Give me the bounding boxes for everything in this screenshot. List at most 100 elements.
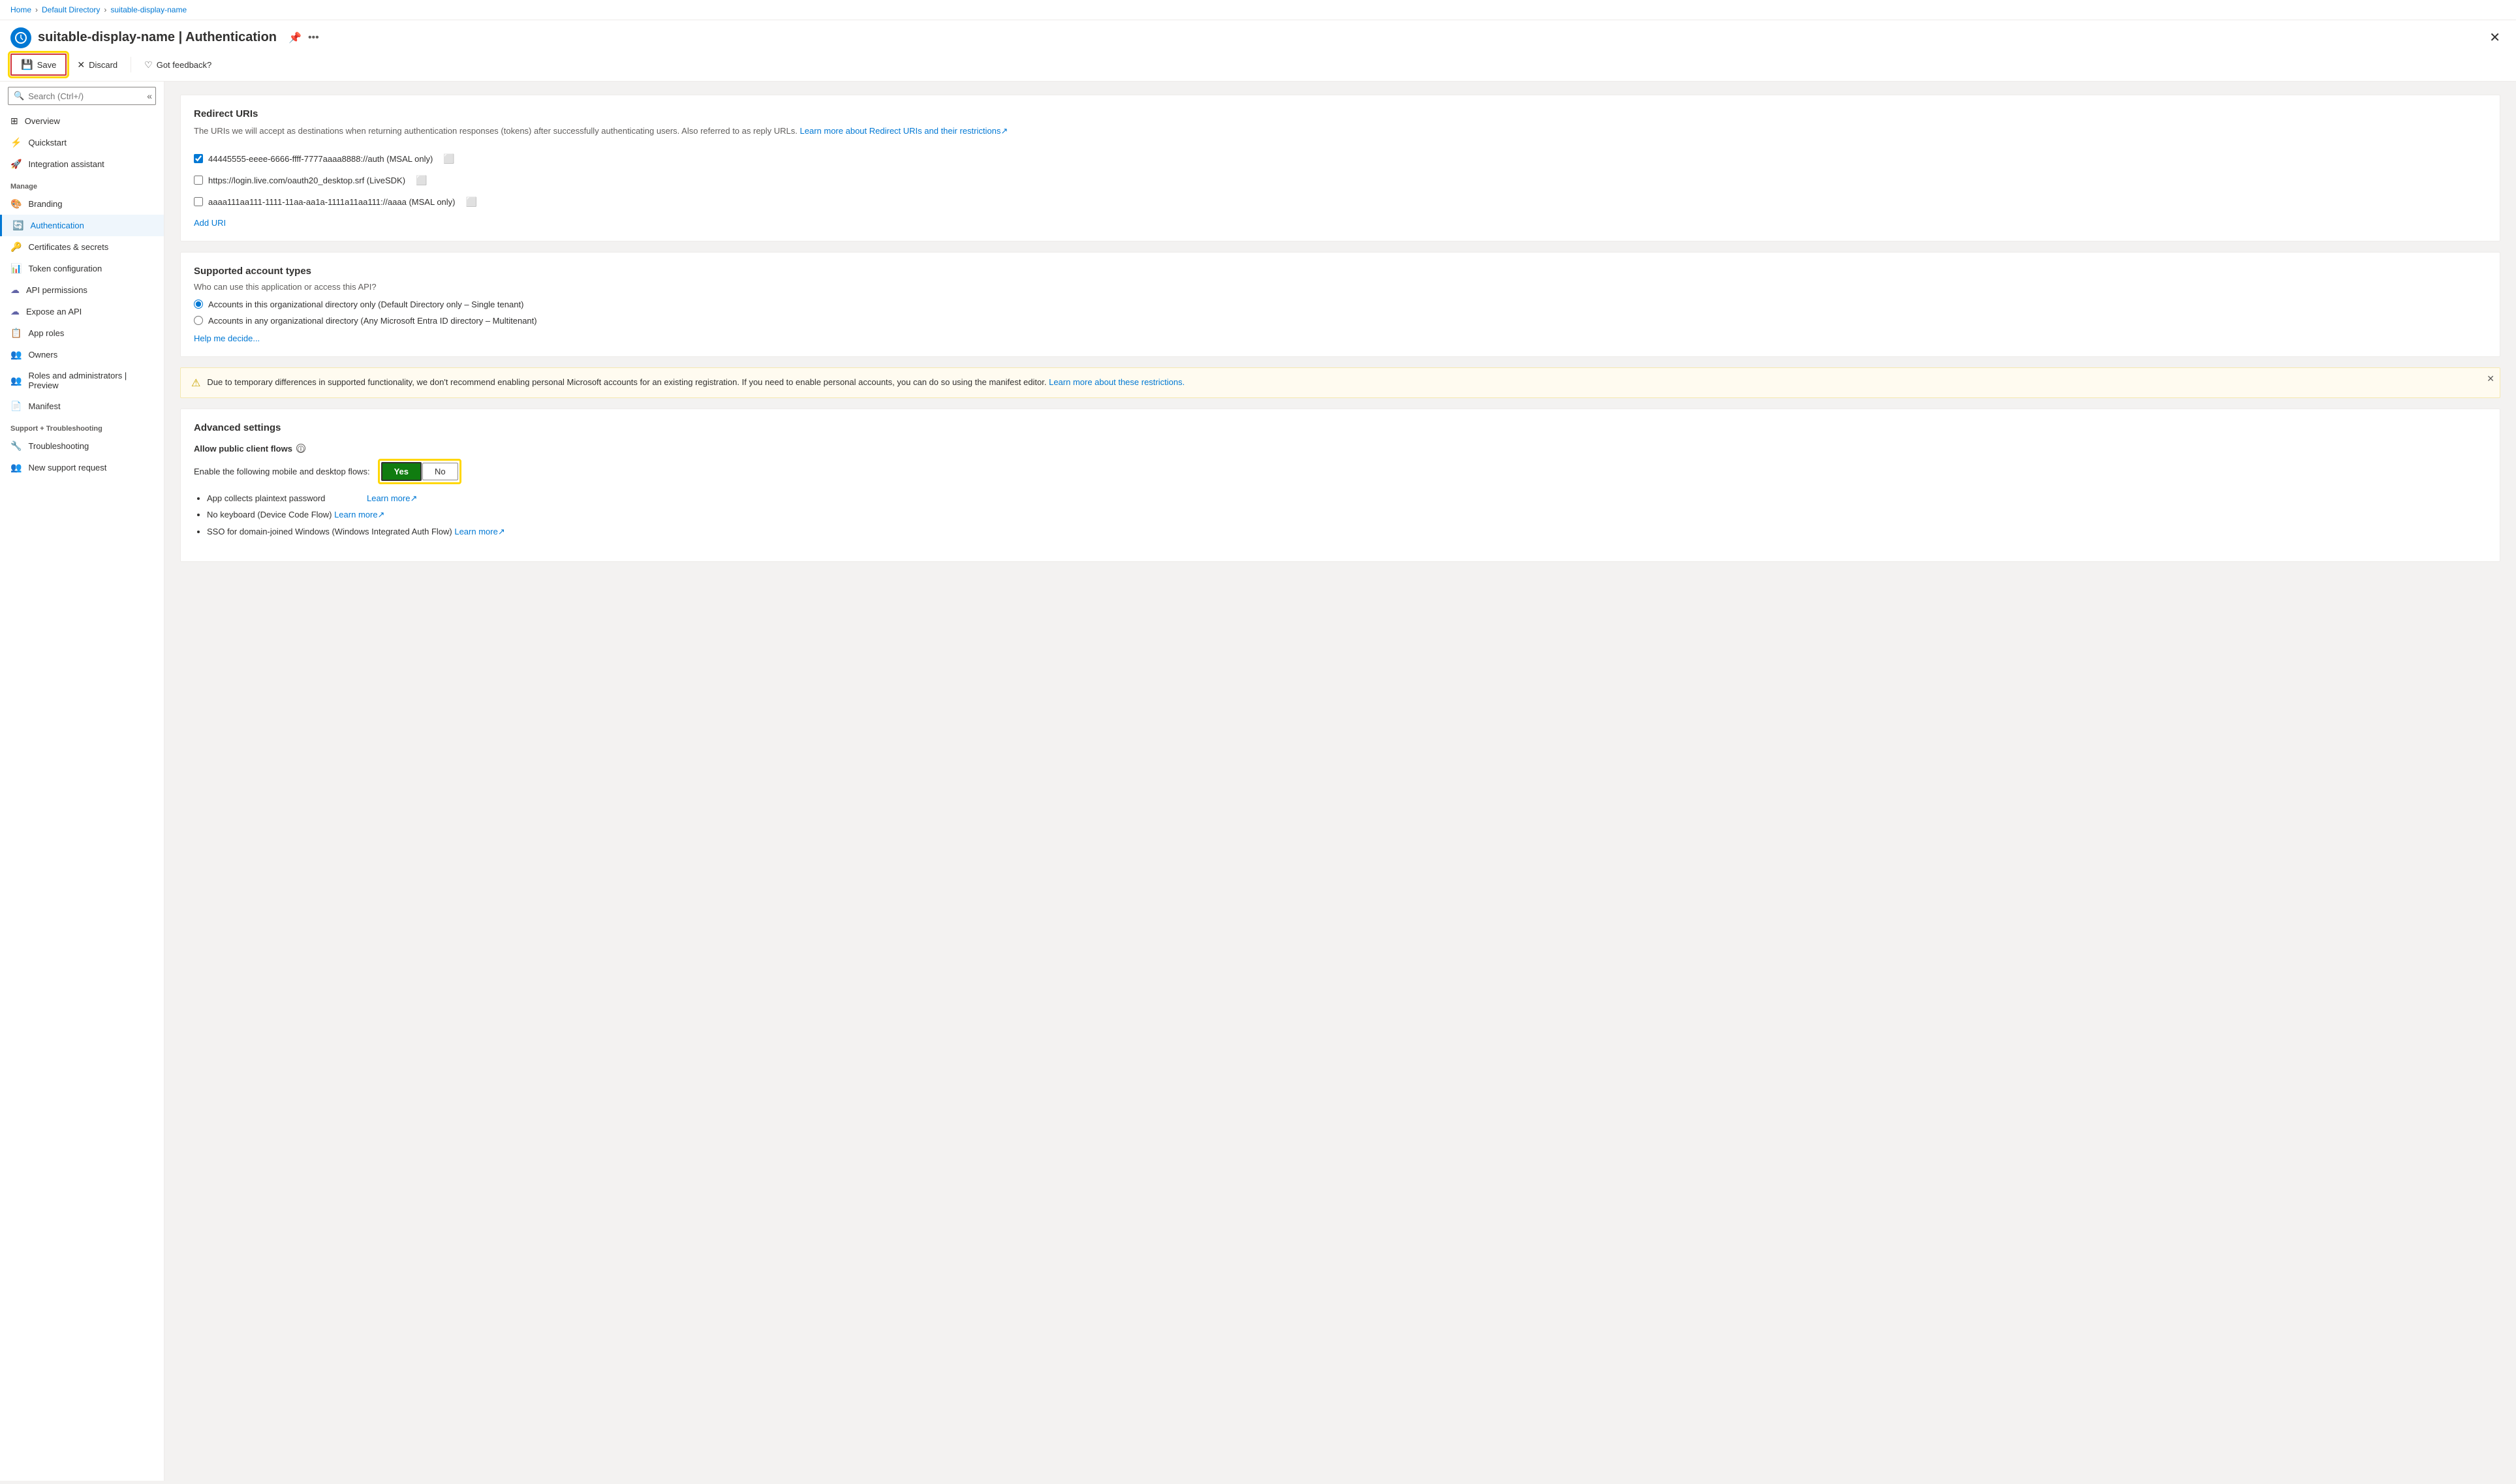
learn-more-link-2[interactable]: Learn more↗: [334, 510, 384, 519]
advanced-settings-card: Advanced settings Allow public client fl…: [180, 409, 2500, 563]
redirect-uris-desc: The URIs we will accept as destinations …: [194, 125, 2487, 138]
redirect-uris-card: Redirect URIs The URIs we will accept as…: [180, 95, 2500, 241]
bullet-item-3: SSO for domain-joined Windows (Windows I…: [207, 525, 2487, 538]
discard-icon: ✕: [77, 59, 85, 70]
breadcrumb-directory[interactable]: Default Directory: [42, 5, 100, 14]
uri-checkbox-1[interactable]: [194, 154, 203, 163]
learn-more-link-3[interactable]: Learn more↗: [454, 527, 505, 536]
uri-checkbox-3[interactable]: [194, 197, 203, 206]
integration-icon: 🚀: [10, 159, 22, 170]
expose-icon: ☁: [10, 306, 20, 317]
feedback-button[interactable]: ♡ Got feedback?: [136, 55, 219, 74]
allow-public-flows-label: Allow public client flows ⓘ: [194, 444, 2487, 454]
breadcrumb-sep2: ›: [104, 5, 106, 14]
sidebar-label-roles-admin: Roles and administrators | Preview: [28, 371, 153, 390]
troubleshooting-icon: 🔧: [10, 441, 22, 452]
toggle-no-button[interactable]: No: [422, 463, 458, 480]
sidebar-item-branding[interactable]: 🎨 Branding: [0, 193, 164, 215]
sidebar-item-roles-admin[interactable]: 👥 Roles and administrators | Preview: [0, 365, 164, 395]
sidebar-item-expose-api[interactable]: ☁ Expose an API: [0, 301, 164, 322]
uri-copy-3[interactable]: ⬜: [463, 195, 480, 209]
save-button[interactable]: 💾 Save: [10, 54, 67, 76]
content-area: Redirect URIs The URIs we will accept as…: [164, 82, 2516, 1481]
manifest-icon: 📄: [10, 401, 22, 412]
warning-text: Due to temporary differences in supporte…: [207, 376, 1185, 389]
sidebar-item-quickstart[interactable]: ⚡ Quickstart: [0, 132, 164, 153]
uri-text-2: https://login.live.com/oauth20_desktop.s…: [208, 176, 405, 185]
sidebar-label-overview: Overview: [25, 116, 60, 126]
allow-public-flows-section: Allow public client flows ⓘ Enable the f…: [194, 444, 2487, 538]
sidebar-label-support: New support request: [28, 463, 106, 472]
sidebar-label-manifest: Manifest: [28, 401, 60, 411]
app-roles-icon: 📋: [10, 328, 22, 339]
uri-copy-2[interactable]: ⬜: [413, 174, 429, 187]
redirect-uris-title: Redirect URIs: [194, 108, 2487, 119]
uri-item-3: aaaa111aa111-1111-11aa-aa1a-1111a11aa111…: [194, 191, 2487, 213]
sidebar-item-authentication[interactable]: 🔄 Authentication: [0, 215, 164, 236]
learn-more-link-1[interactable]: Learn more↗: [367, 493, 417, 503]
discard-button[interactable]: ✕ Discard: [69, 55, 125, 74]
collapse-button[interactable]: «: [147, 91, 152, 101]
quickstart-icon: ⚡: [10, 137, 22, 148]
sidebar-item-troubleshooting[interactable]: 🔧 Troubleshooting: [0, 435, 164, 457]
add-uri-link[interactable]: Add URI: [194, 218, 226, 228]
support-icon: 👥: [10, 462, 22, 473]
sidebar-label-api: API permissions: [26, 285, 87, 295]
sidebar-label-owners: Owners: [28, 350, 57, 360]
sidebar-label-integration: Integration assistant: [28, 159, 104, 169]
authentication-icon: 🔄: [12, 220, 23, 231]
sidebar-item-app-roles[interactable]: 📋 App roles: [0, 322, 164, 344]
sidebar-item-overview[interactable]: ⊞ Overview: [0, 110, 164, 132]
warning-box: ⚠ Due to temporary differences in suppor…: [180, 367, 2500, 398]
sidebar-label-token: Token configuration: [28, 264, 102, 273]
sidebar-label-certificates: Certificates & secrets: [28, 242, 108, 252]
roles-admin-icon: 👥: [10, 375, 22, 386]
sidebar-item-token[interactable]: 📊 Token configuration: [0, 258, 164, 279]
breadcrumb-home[interactable]: Home: [10, 5, 31, 14]
sidebar-label-authentication: Authentication: [30, 221, 84, 230]
toggle-yes-button[interactable]: Yes: [381, 462, 422, 481]
manage-section-label: Manage: [0, 175, 164, 193]
uri-checkbox-2[interactable]: [194, 176, 203, 185]
sidebar-item-manifest[interactable]: 📄 Manifest: [0, 395, 164, 417]
pin-icon[interactable]: 📌: [288, 31, 302, 44]
uri-copy-1[interactable]: ⬜: [441, 152, 457, 166]
overview-icon: ⊞: [10, 116, 18, 127]
search-input[interactable]: [28, 91, 143, 101]
branding-icon: 🎨: [10, 198, 22, 209]
radio-label-multi: Accounts in any organizational directory…: [208, 316, 537, 326]
uri-item-2: https://login.live.com/oauth20_desktop.s…: [194, 170, 2487, 191]
warning-learn-more[interactable]: Learn more about these restrictions.: [1049, 377, 1185, 387]
uri-text-3: aaaa111aa111-1111-11aa-aa1a-1111a11aa111…: [208, 197, 456, 207]
feedback-label: Got feedback?: [157, 60, 212, 70]
help-me-decide-link[interactable]: Help me decide...: [194, 333, 260, 343]
sidebar-item-certificates[interactable]: 🔑 Certificates & secrets: [0, 236, 164, 258]
sidebar-label-branding: Branding: [28, 199, 62, 209]
radio-option-multi[interactable]: Accounts in any organizational directory…: [194, 316, 2487, 326]
app-icon: [10, 27, 31, 48]
flow-question: Enable the following mobile and desktop …: [194, 467, 370, 476]
save-icon: 💾: [21, 59, 33, 70]
warning-icon: ⚠: [191, 377, 200, 390]
info-icon[interactable]: ⓘ: [296, 444, 305, 453]
redirect-learn-more[interactable]: Learn more about Redirect URIs and their…: [800, 126, 1008, 136]
more-icon[interactable]: •••: [308, 32, 319, 44]
warning-close-button[interactable]: ✕: [2487, 373, 2494, 384]
account-types-title: Supported account types: [194, 266, 2487, 277]
breadcrumb-sep1: ›: [35, 5, 38, 14]
certificates-icon: 🔑: [10, 241, 22, 253]
sidebar-item-owners[interactable]: 👥 Owners: [0, 344, 164, 365]
save-label: Save: [37, 60, 57, 70]
radio-single-tenant[interactable]: [194, 300, 203, 309]
close-button[interactable]: ✕: [2484, 27, 2506, 48]
toggle-wrapper: Yes No: [378, 459, 461, 484]
sidebar-item-support[interactable]: 👥 New support request: [0, 457, 164, 478]
page-title: suitable-display-name | Authentication: [38, 30, 277, 45]
public-flows-bullet-list: App collects plaintext password Learn mo…: [194, 492, 2487, 538]
sidebar-item-api-permissions[interactable]: ☁ API permissions: [0, 279, 164, 301]
radio-multi-tenant[interactable]: [194, 316, 203, 325]
radio-label-single: Accounts in this organizational director…: [208, 300, 523, 309]
heart-icon: ♡: [144, 59, 153, 70]
sidebar-item-integration[interactable]: 🚀 Integration assistant: [0, 153, 164, 175]
radio-option-single[interactable]: Accounts in this organizational director…: [194, 300, 2487, 309]
